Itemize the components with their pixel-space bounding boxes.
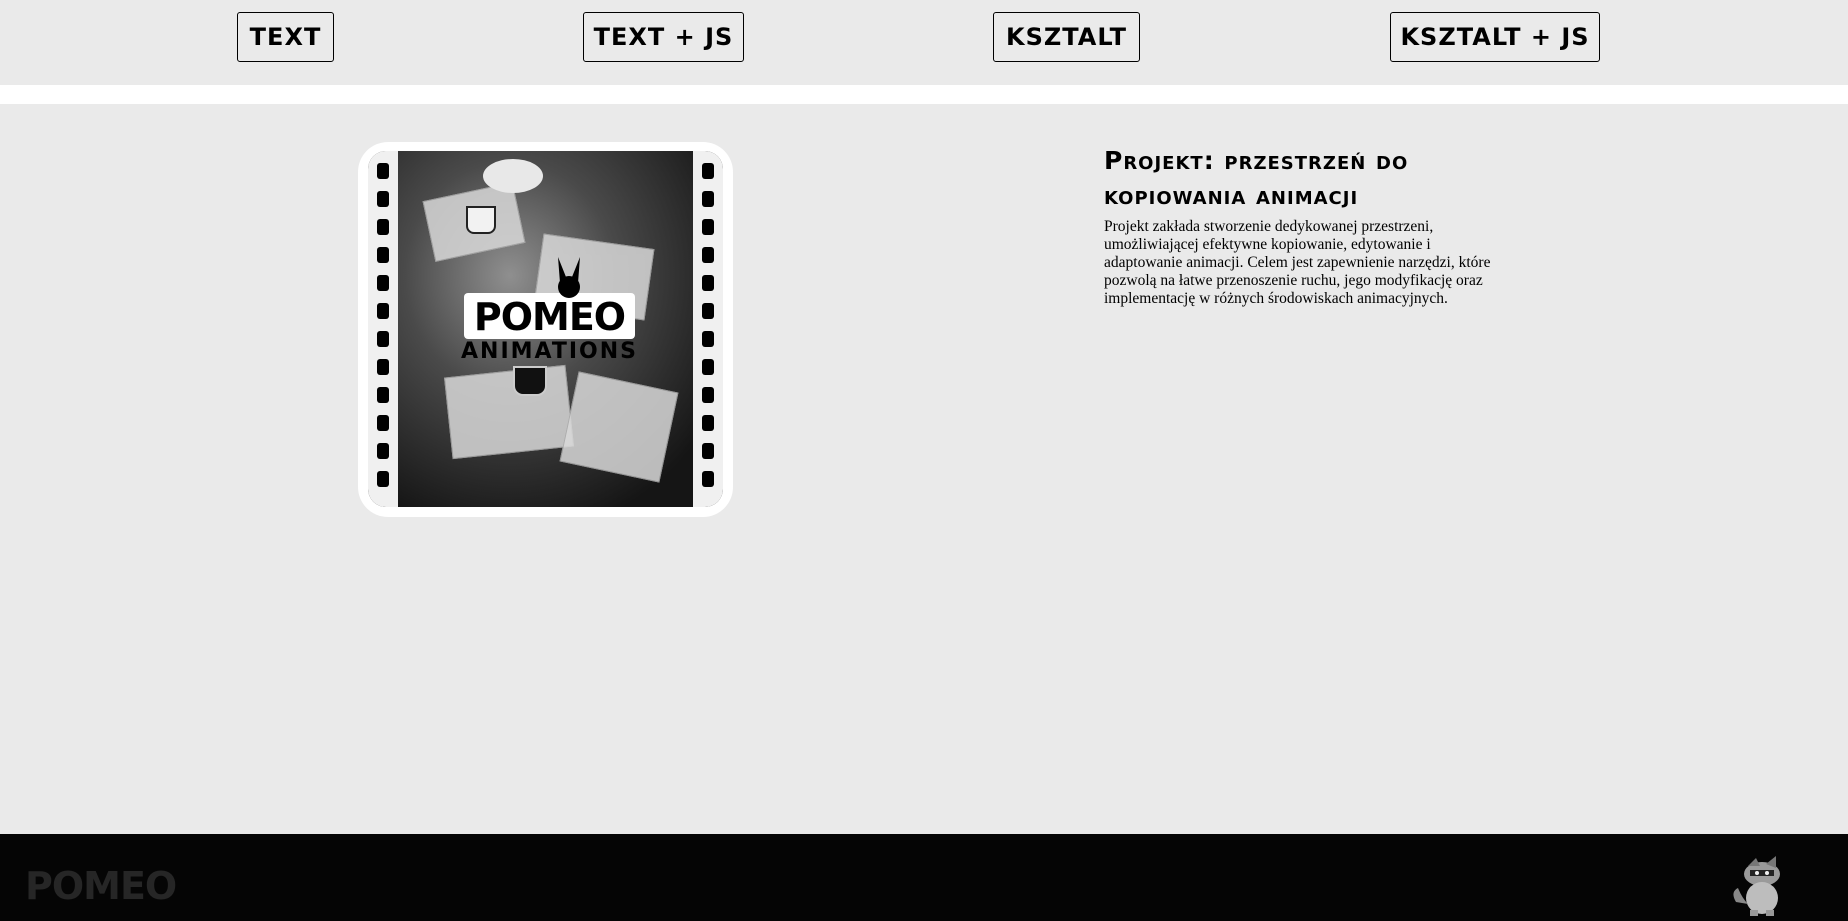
project-image-card: POMEO ANIMATIONS [358,142,733,517]
project-description: Projekt zakłada stworzenie dedykowanej p… [1104,218,1491,307]
logo-main-text: POMEO [473,295,626,339]
top-nav: TEXT TEXT + JS KSZTALT KSZTALT + JS [0,0,1848,85]
footer-logo[interactable]: POMEO [25,864,177,908]
divider-band [0,85,1848,104]
rabbit-ears-icon [558,257,580,298]
project-title: Projekt: przestrzeń do kopiowania animac… [1104,146,1409,210]
film-strip-left [368,151,398,507]
paper-shape [444,364,574,460]
cup-icon [513,366,547,396]
film-strip-right [693,151,723,507]
nav-button-ksztalt-js[interactable]: KSZTALT + JS [1390,12,1600,62]
raccoon-mascot-icon [1733,856,1780,916]
nav-button-text[interactable]: TEXT [237,12,334,62]
nav-button-text-js[interactable]: TEXT + JS [583,12,744,62]
logo-sub-text: ANIMATIONS [461,339,638,364]
lamp-icon [483,159,543,193]
project-image: POMEO ANIMATIONS [368,151,723,507]
footer: POMEO [0,834,1848,921]
pomeo-animations-logo: POMEO ANIMATIONS [422,293,677,365]
cup-icon [466,206,496,234]
nav-button-ksztalt[interactable]: KSZTALT [993,12,1140,62]
paper-shape [559,371,679,483]
